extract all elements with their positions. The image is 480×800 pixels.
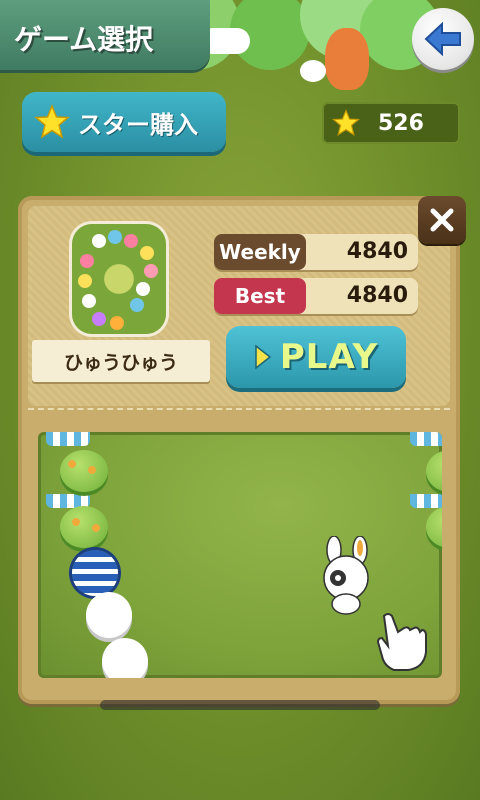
page-title: ゲーム選択 bbox=[14, 23, 154, 56]
white-bun-character bbox=[102, 638, 148, 678]
stage-name-tag: ひゅうひゅう bbox=[32, 340, 210, 382]
play-label: PLAY bbox=[279, 337, 379, 377]
title-banner: ゲーム選択 bbox=[0, 0, 210, 70]
best-score-row: Best 4840 bbox=[214, 278, 418, 314]
weekly-score: 4840 bbox=[346, 239, 408, 264]
star-buy-label: スター購入 bbox=[78, 110, 198, 139]
weekly-label: Weekly bbox=[214, 234, 306, 270]
white-bun-character bbox=[86, 592, 132, 638]
striped-ball-character bbox=[72, 550, 118, 596]
play-button[interactable]: PLAY bbox=[226, 326, 406, 388]
awning-decoration bbox=[410, 494, 442, 508]
pointer-hand-icon bbox=[376, 613, 427, 671]
star-count: 526 bbox=[378, 110, 424, 136]
close-button[interactable] bbox=[418, 196, 466, 244]
stage-thumbnail bbox=[72, 224, 166, 334]
panel-divider bbox=[28, 408, 450, 410]
back-arrow-icon bbox=[424, 22, 461, 56]
bush-decoration bbox=[426, 450, 442, 492]
star-buy-button[interactable]: スター購入 bbox=[22, 92, 226, 152]
stage-name: ひゅうひゅう bbox=[63, 351, 178, 374]
close-icon bbox=[430, 208, 454, 232]
star-icon bbox=[34, 104, 70, 139]
stage-preview bbox=[38, 432, 442, 678]
weekly-score-row: Weekly 4840 bbox=[214, 234, 418, 270]
star-count-display: 526 bbox=[322, 102, 460, 144]
rabbit-character bbox=[323, 536, 369, 615]
bush-decoration bbox=[426, 506, 442, 548]
bush-decoration bbox=[60, 506, 108, 548]
star-icon bbox=[332, 109, 360, 136]
best-score: 4840 bbox=[346, 283, 408, 308]
awning-decoration bbox=[410, 432, 442, 446]
play-triangle-icon bbox=[255, 344, 272, 370]
best-label: Best bbox=[214, 278, 306, 314]
bush-decoration bbox=[60, 450, 108, 492]
bottom-shadow-bar bbox=[100, 700, 380, 710]
back-button[interactable] bbox=[412, 8, 474, 70]
awning-decoration bbox=[46, 432, 90, 446]
